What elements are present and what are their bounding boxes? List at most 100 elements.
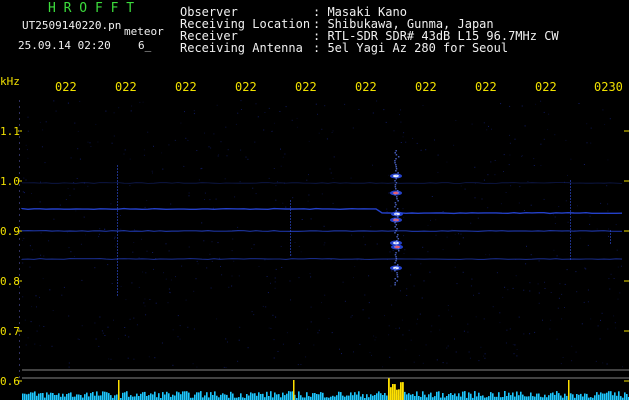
noise-speck bbox=[610, 273, 612, 275]
noise-speck bbox=[522, 155, 523, 157]
meteor-echo-trail bbox=[395, 252, 397, 254]
noise-speck bbox=[27, 130, 29, 132]
meteor-echo-trail bbox=[395, 188, 397, 190]
noise-speck bbox=[567, 221, 569, 223]
noise-speck bbox=[310, 306, 312, 308]
noise-speck bbox=[403, 235, 405, 237]
noise-speck bbox=[239, 181, 241, 183]
noise-speck bbox=[209, 253, 211, 255]
noise-speck bbox=[267, 292, 269, 294]
power-bar bbox=[68, 393, 70, 400]
y-tick-label: 0.6 bbox=[0, 375, 20, 388]
noise-speck bbox=[95, 123, 97, 125]
power-bar bbox=[556, 391, 558, 400]
noise-speck bbox=[352, 127, 354, 129]
power-bar bbox=[286, 393, 288, 400]
noise-speck bbox=[228, 286, 230, 288]
vertical-streak bbox=[290, 203, 291, 205]
noise-speck bbox=[35, 295, 37, 297]
noise-speck bbox=[241, 109, 242, 110]
noise-speck bbox=[97, 141, 99, 143]
vertical-streak bbox=[570, 204, 571, 206]
vertical-streak bbox=[290, 221, 291, 223]
vertical-streak bbox=[610, 233, 611, 235]
power-bar bbox=[282, 392, 284, 400]
vertical-streak bbox=[570, 249, 571, 251]
power-bar bbox=[230, 391, 232, 400]
power-bar bbox=[430, 392, 432, 400]
meteor-echo-trail bbox=[394, 246, 396, 248]
meteor-echo-trail bbox=[394, 278, 396, 280]
vertical-streak bbox=[570, 183, 571, 185]
power-bar bbox=[424, 394, 426, 400]
noise-speck bbox=[550, 319, 552, 321]
power-bar bbox=[24, 393, 26, 400]
time-tick-label: 022 bbox=[355, 80, 377, 94]
noise-speck bbox=[95, 338, 97, 340]
power-bar bbox=[164, 394, 166, 400]
axis-dot bbox=[19, 262, 20, 264]
power-bar bbox=[158, 393, 160, 400]
meteor-power-bar bbox=[390, 387, 392, 400]
meteor-echo-trail bbox=[395, 164, 397, 166]
meteor-echo-trail bbox=[394, 232, 396, 234]
power-spike bbox=[118, 380, 120, 400]
noise-speck bbox=[462, 271, 464, 273]
power-bar bbox=[418, 396, 420, 400]
power-bar bbox=[458, 393, 460, 400]
noise-speck bbox=[393, 130, 395, 132]
noise-speck bbox=[418, 355, 420, 356]
axis-dot bbox=[19, 280, 20, 282]
noise-speck bbox=[566, 269, 568, 271]
noise-speck bbox=[185, 137, 187, 139]
noise-speck bbox=[560, 363, 562, 365]
noise-speck bbox=[548, 113, 550, 115]
axis-dot bbox=[19, 226, 20, 228]
noise-speck bbox=[518, 316, 520, 318]
noise-speck bbox=[39, 121, 41, 123]
noise-speck bbox=[223, 366, 225, 368]
noise-speck bbox=[324, 105, 326, 107]
power-bar bbox=[554, 394, 556, 400]
noise-speck bbox=[464, 188, 466, 190]
noise-speck bbox=[512, 287, 514, 289]
noise-speck bbox=[538, 260, 540, 262]
noise-speck bbox=[43, 255, 45, 257]
meteor-echo-trail bbox=[397, 156, 400, 158]
noise-speck bbox=[144, 298, 146, 300]
noise-speck bbox=[308, 174, 309, 176]
power-bar bbox=[478, 392, 480, 400]
vertical-streak bbox=[117, 264, 118, 266]
axis-dot bbox=[19, 328, 20, 330]
power-bar bbox=[110, 395, 112, 400]
noise-speck bbox=[463, 330, 465, 332]
noise-speck bbox=[328, 318, 330, 320]
power-bar bbox=[124, 392, 126, 400]
noise-speck bbox=[329, 168, 331, 170]
noise-speck bbox=[477, 217, 479, 219]
noise-speck bbox=[25, 144, 27, 146]
filename-label: UT2509140220.pn bbox=[22, 19, 122, 32]
axis-dot bbox=[19, 100, 20, 102]
noise-speck bbox=[240, 149, 242, 151]
noise-speck bbox=[218, 154, 220, 156]
meteor-echo-trail bbox=[395, 224, 398, 226]
vertical-streak bbox=[117, 222, 118, 224]
noise-speck bbox=[153, 145, 154, 147]
noise-speck bbox=[395, 327, 397, 329]
noise-speck bbox=[225, 338, 227, 340]
vertical-streak bbox=[570, 219, 571, 221]
noise-speck bbox=[280, 246, 282, 247]
noise-speck bbox=[509, 328, 511, 330]
noise-speck bbox=[364, 294, 366, 296]
power-bar bbox=[510, 395, 512, 400]
power-bar bbox=[476, 396, 478, 400]
meteor-echo-trail bbox=[394, 226, 396, 228]
noise-speck bbox=[602, 109, 604, 111]
noise-speck bbox=[455, 120, 457, 121]
vertical-streak bbox=[570, 231, 571, 233]
noise-speck bbox=[296, 126, 298, 128]
power-bar bbox=[140, 393, 142, 400]
noise-speck bbox=[369, 352, 371, 353]
noise-speck bbox=[516, 355, 518, 357]
